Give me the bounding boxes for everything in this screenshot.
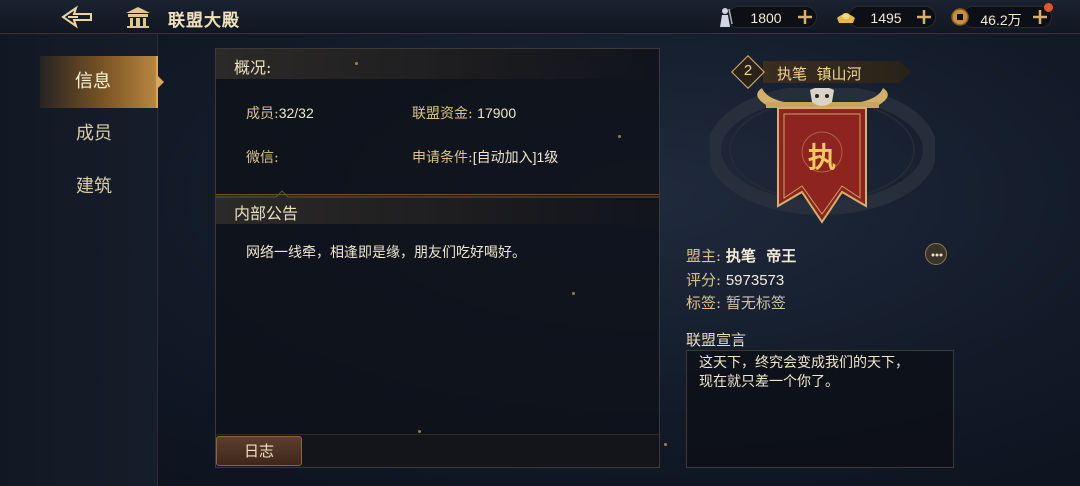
announcement-text: 网络一线牵，相逢即是缘，朋友们吃好喝好。	[246, 245, 526, 261]
declaration-line-1: 这天下，终究会变成我们的天下，	[699, 355, 909, 371]
sidebar-item-buildings[interactable]: 建筑	[40, 161, 158, 213]
header-ornament	[216, 190, 659, 198]
chat-bubble-icon[interactable]	[925, 243, 947, 265]
declaration-title: 联盟宣言	[686, 331, 747, 349]
score-row: 评分: 5973573	[686, 269, 784, 290]
banner-character: 执	[807, 141, 836, 174]
funds-info: 联盟资金: 17900	[412, 103, 516, 123]
gold-value: 1495	[870, 10, 902, 26]
tags-label: 标签:	[686, 294, 722, 312]
copper-coin-icon	[949, 6, 971, 28]
gold-counter: 1495	[837, 6, 936, 28]
spark	[418, 430, 421, 433]
alliance-rank-banner: 2 执笔 镇山河	[731, 55, 911, 89]
spark	[618, 135, 621, 138]
wechat-info: 微信:	[246, 147, 279, 167]
troops-value: 1800	[750, 10, 782, 26]
soldier-icon	[714, 6, 736, 28]
hall-icon	[125, 5, 151, 29]
sidebar-item-members[interactable]: 成员	[40, 108, 158, 160]
sidebar-item-info[interactable]: 信息	[40, 56, 164, 108]
page-title: 联盟大殿	[168, 11, 240, 31]
tags-row: 标签: 暂无标签	[686, 292, 786, 313]
announcement-header: 内部公告	[216, 190, 659, 224]
rank-number: 2	[743, 62, 753, 79]
spark	[572, 292, 575, 295]
log-button[interactable]: 日志	[216, 436, 302, 466]
sidebar: 信息 成员 建筑	[0, 34, 164, 486]
top-bar: 联盟大殿 1800 1495 46.2万	[0, 0, 1080, 34]
members-label: 成员:	[246, 106, 279, 122]
add-gold-plus-icon[interactable]	[915, 8, 933, 26]
announcement-heading: 内部公告	[234, 204, 299, 223]
gold-ingot-icon	[835, 6, 857, 28]
declaration-line-2: 现在就只差一个你了。	[699, 374, 839, 390]
funds-value: 17900	[477, 105, 517, 121]
funds-label: 联盟资金:	[412, 106, 473, 122]
leader-label: 盟主:	[686, 247, 722, 265]
info-panel: 概况: 成员:32/32 联盟资金: 17900 微信: 申请条件:[自动加入]…	[215, 48, 660, 468]
notification-dot	[1044, 3, 1053, 12]
members-value: 32/32	[278, 105, 314, 121]
tags-value: 暂无标签	[725, 294, 786, 312]
join-condition-label: 申请条件:	[412, 150, 473, 166]
back-arrow-icon[interactable]	[60, 4, 94, 30]
overview-header: 概况:	[216, 49, 659, 79]
leader-value: 执笔 帝王	[725, 247, 797, 265]
wechat-label: 微信:	[246, 150, 279, 166]
overview-heading: 概况:	[234, 58, 272, 77]
coins-value: 46.2万	[980, 12, 1022, 28]
troops-counter: 1800	[720, 6, 817, 28]
coins-counter: 46.2万	[951, 3, 1053, 28]
members-info: 成员:32/32	[246, 103, 314, 123]
spark	[355, 62, 358, 65]
add-troops-plus-icon[interactable]	[796, 8, 814, 26]
alliance-name: 执笔 镇山河	[777, 65, 862, 83]
spark	[664, 443, 667, 446]
score-value: 5973573	[725, 272, 785, 289]
declaration-box: 这天下，终究会变成我们的天下， 现在就只差一个你了。	[686, 350, 954, 468]
leader-row: 盟主: 执笔 帝王	[686, 245, 796, 266]
alliance-emblem: 执	[707, 85, 937, 238]
score-label: 评分:	[686, 271, 722, 289]
join-condition-info: 申请条件:[自动加入]1级	[412, 147, 558, 167]
join-condition-value: [自动加入]1级	[472, 149, 559, 165]
